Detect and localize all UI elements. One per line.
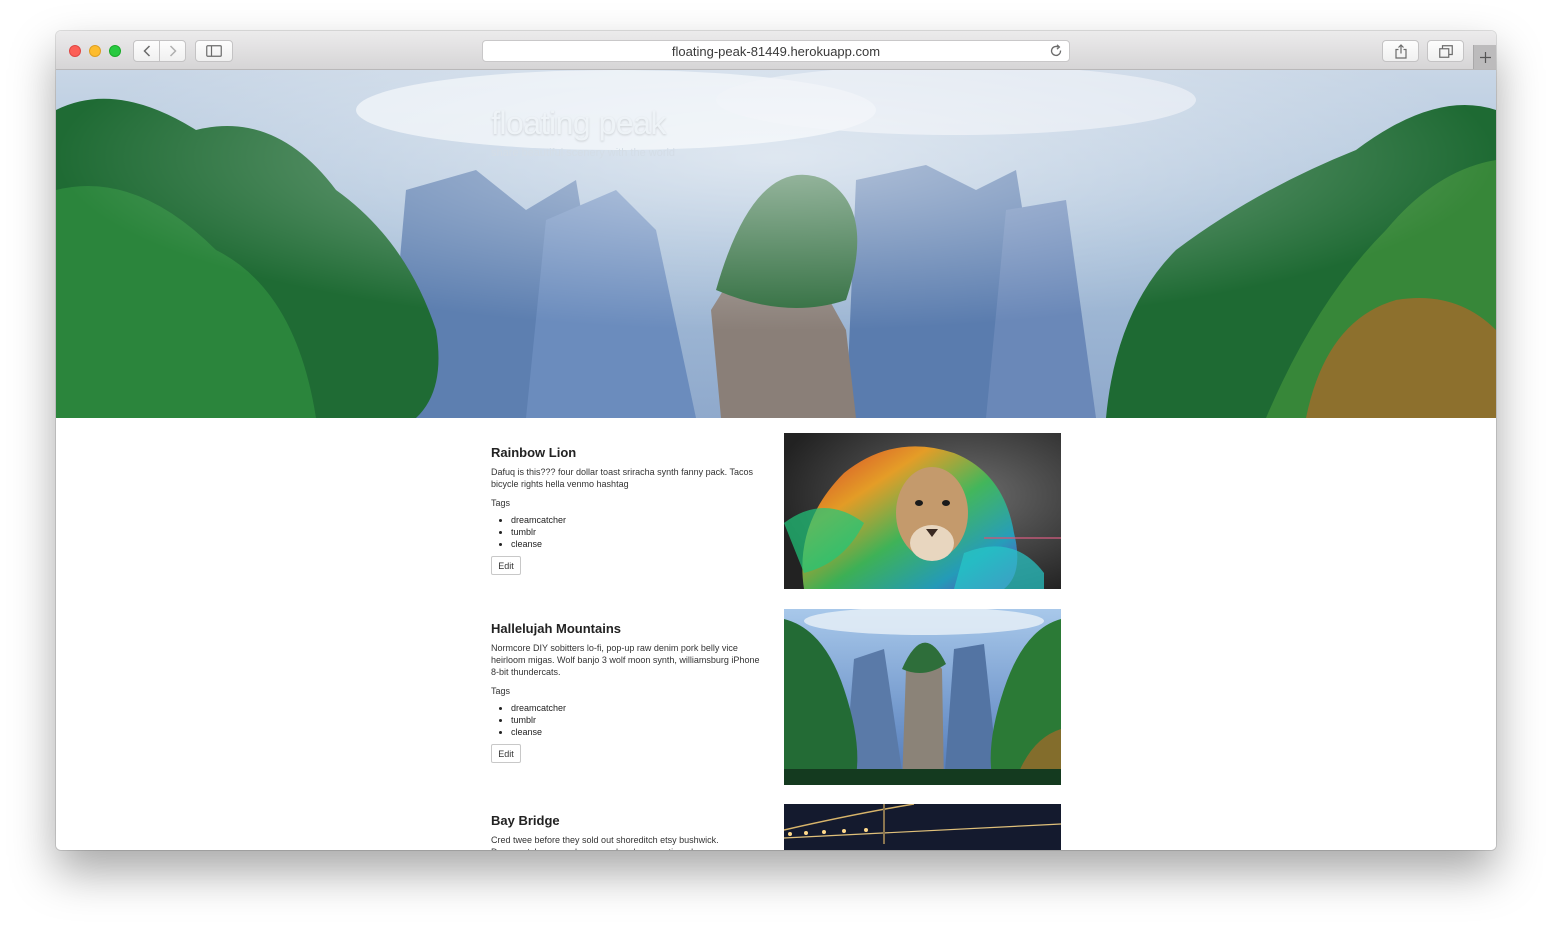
chevron-right-icon — [169, 45, 177, 57]
browser-window: floating-peak-81449.herokuapp.com floati… — [56, 31, 1496, 850]
post-title: Hallelujah Mountains — [491, 621, 622, 636]
post-card: Bay Bridge Cred twee before they sold ou… — [491, 804, 1061, 850]
post-content: Hallelujah Mountains Normcore DIY sobitt… — [491, 621, 766, 763]
tags-label: Tags — [491, 686, 511, 696]
sidebar-icon — [206, 45, 222, 57]
post-image — [784, 804, 1061, 850]
share-icon — [1394, 43, 1407, 59]
chevron-left-icon — [142, 45, 150, 57]
tag-list: dreamcatcher tumblr cleanse — [491, 702, 766, 738]
sidebar-toggle-button[interactable] — [195, 40, 233, 62]
tag-list: dreamcatcher tumblr cleanse — [491, 514, 766, 550]
tag-item: cleanse — [511, 538, 766, 550]
bay-bridge-image — [784, 804, 1061, 850]
plus-icon — [1479, 51, 1491, 63]
reload-icon — [1050, 44, 1062, 57]
back-button[interactable] — [134, 41, 159, 61]
address-bar[interactable]: floating-peak-81449.herokuapp.com — [482, 40, 1070, 62]
zoom-window-button[interactable] — [109, 45, 121, 57]
browser-toolbar: floating-peak-81449.herokuapp.com — [56, 31, 1496, 70]
post-content: Bay Bridge Cred twee before they sold ou… — [491, 813, 766, 850]
url-text: floating-peak-81449.herokuapp.com — [671, 43, 881, 59]
forward-button[interactable] — [159, 41, 185, 61]
tags-label: Tags — [491, 498, 511, 508]
post-card: Rainbow Lion Dafuq is this??? four dolla… — [491, 433, 1061, 589]
post-content: Rainbow Lion Dafuq is this??? four dolla… — [491, 445, 766, 575]
show-tabs-button[interactable] — [1427, 40, 1464, 62]
post-title: Rainbow Lion — [491, 445, 577, 460]
post-description: Cred twee before they sold out shoreditc… — [491, 835, 756, 850]
tag-item: tumblr — [511, 526, 766, 538]
tag-item: cleanse — [511, 726, 766, 738]
reload-button[interactable] — [1050, 44, 1063, 61]
tag-item: dreamcatcher — [511, 514, 766, 526]
edit-button[interactable]: Edit — [491, 744, 521, 763]
share-button[interactable] — [1382, 40, 1419, 62]
site-subtitle: share beautiful scenery with the world — [491, 147, 676, 159]
hallelujah-mountains-image — [784, 609, 1061, 785]
tag-item: tumblr — [511, 714, 766, 726]
hero-background-image — [56, 70, 1496, 418]
back-forward-group — [133, 40, 186, 62]
post-title: Bay Bridge — [491, 813, 560, 828]
tag-item: dreamcatcher — [511, 702, 766, 714]
post-image — [784, 609, 1061, 785]
post-image — [784, 433, 1061, 589]
site-title: floating peak — [491, 105, 666, 141]
post-description: Dafuq is this??? four dollar toast srira… — [491, 467, 753, 489]
new-tab-button[interactable] — [1473, 45, 1496, 69]
close-window-button[interactable] — [69, 45, 81, 57]
tabs-icon — [1438, 44, 1453, 58]
edit-button[interactable]: Edit — [491, 556, 521, 575]
minimize-window-button[interactable] — [89, 45, 101, 57]
web-page: floating peak share beautiful scenery wi… — [56, 70, 1496, 850]
hero-banner: floating peak share beautiful scenery wi… — [56, 70, 1496, 418]
post-card: Hallelujah Mountains Normcore DIY sobitt… — [491, 609, 1061, 785]
post-description: Normcore DIY sobitters lo-fi, pop-up raw… — [491, 643, 760, 677]
rainbow-lion-image — [784, 433, 1061, 589]
